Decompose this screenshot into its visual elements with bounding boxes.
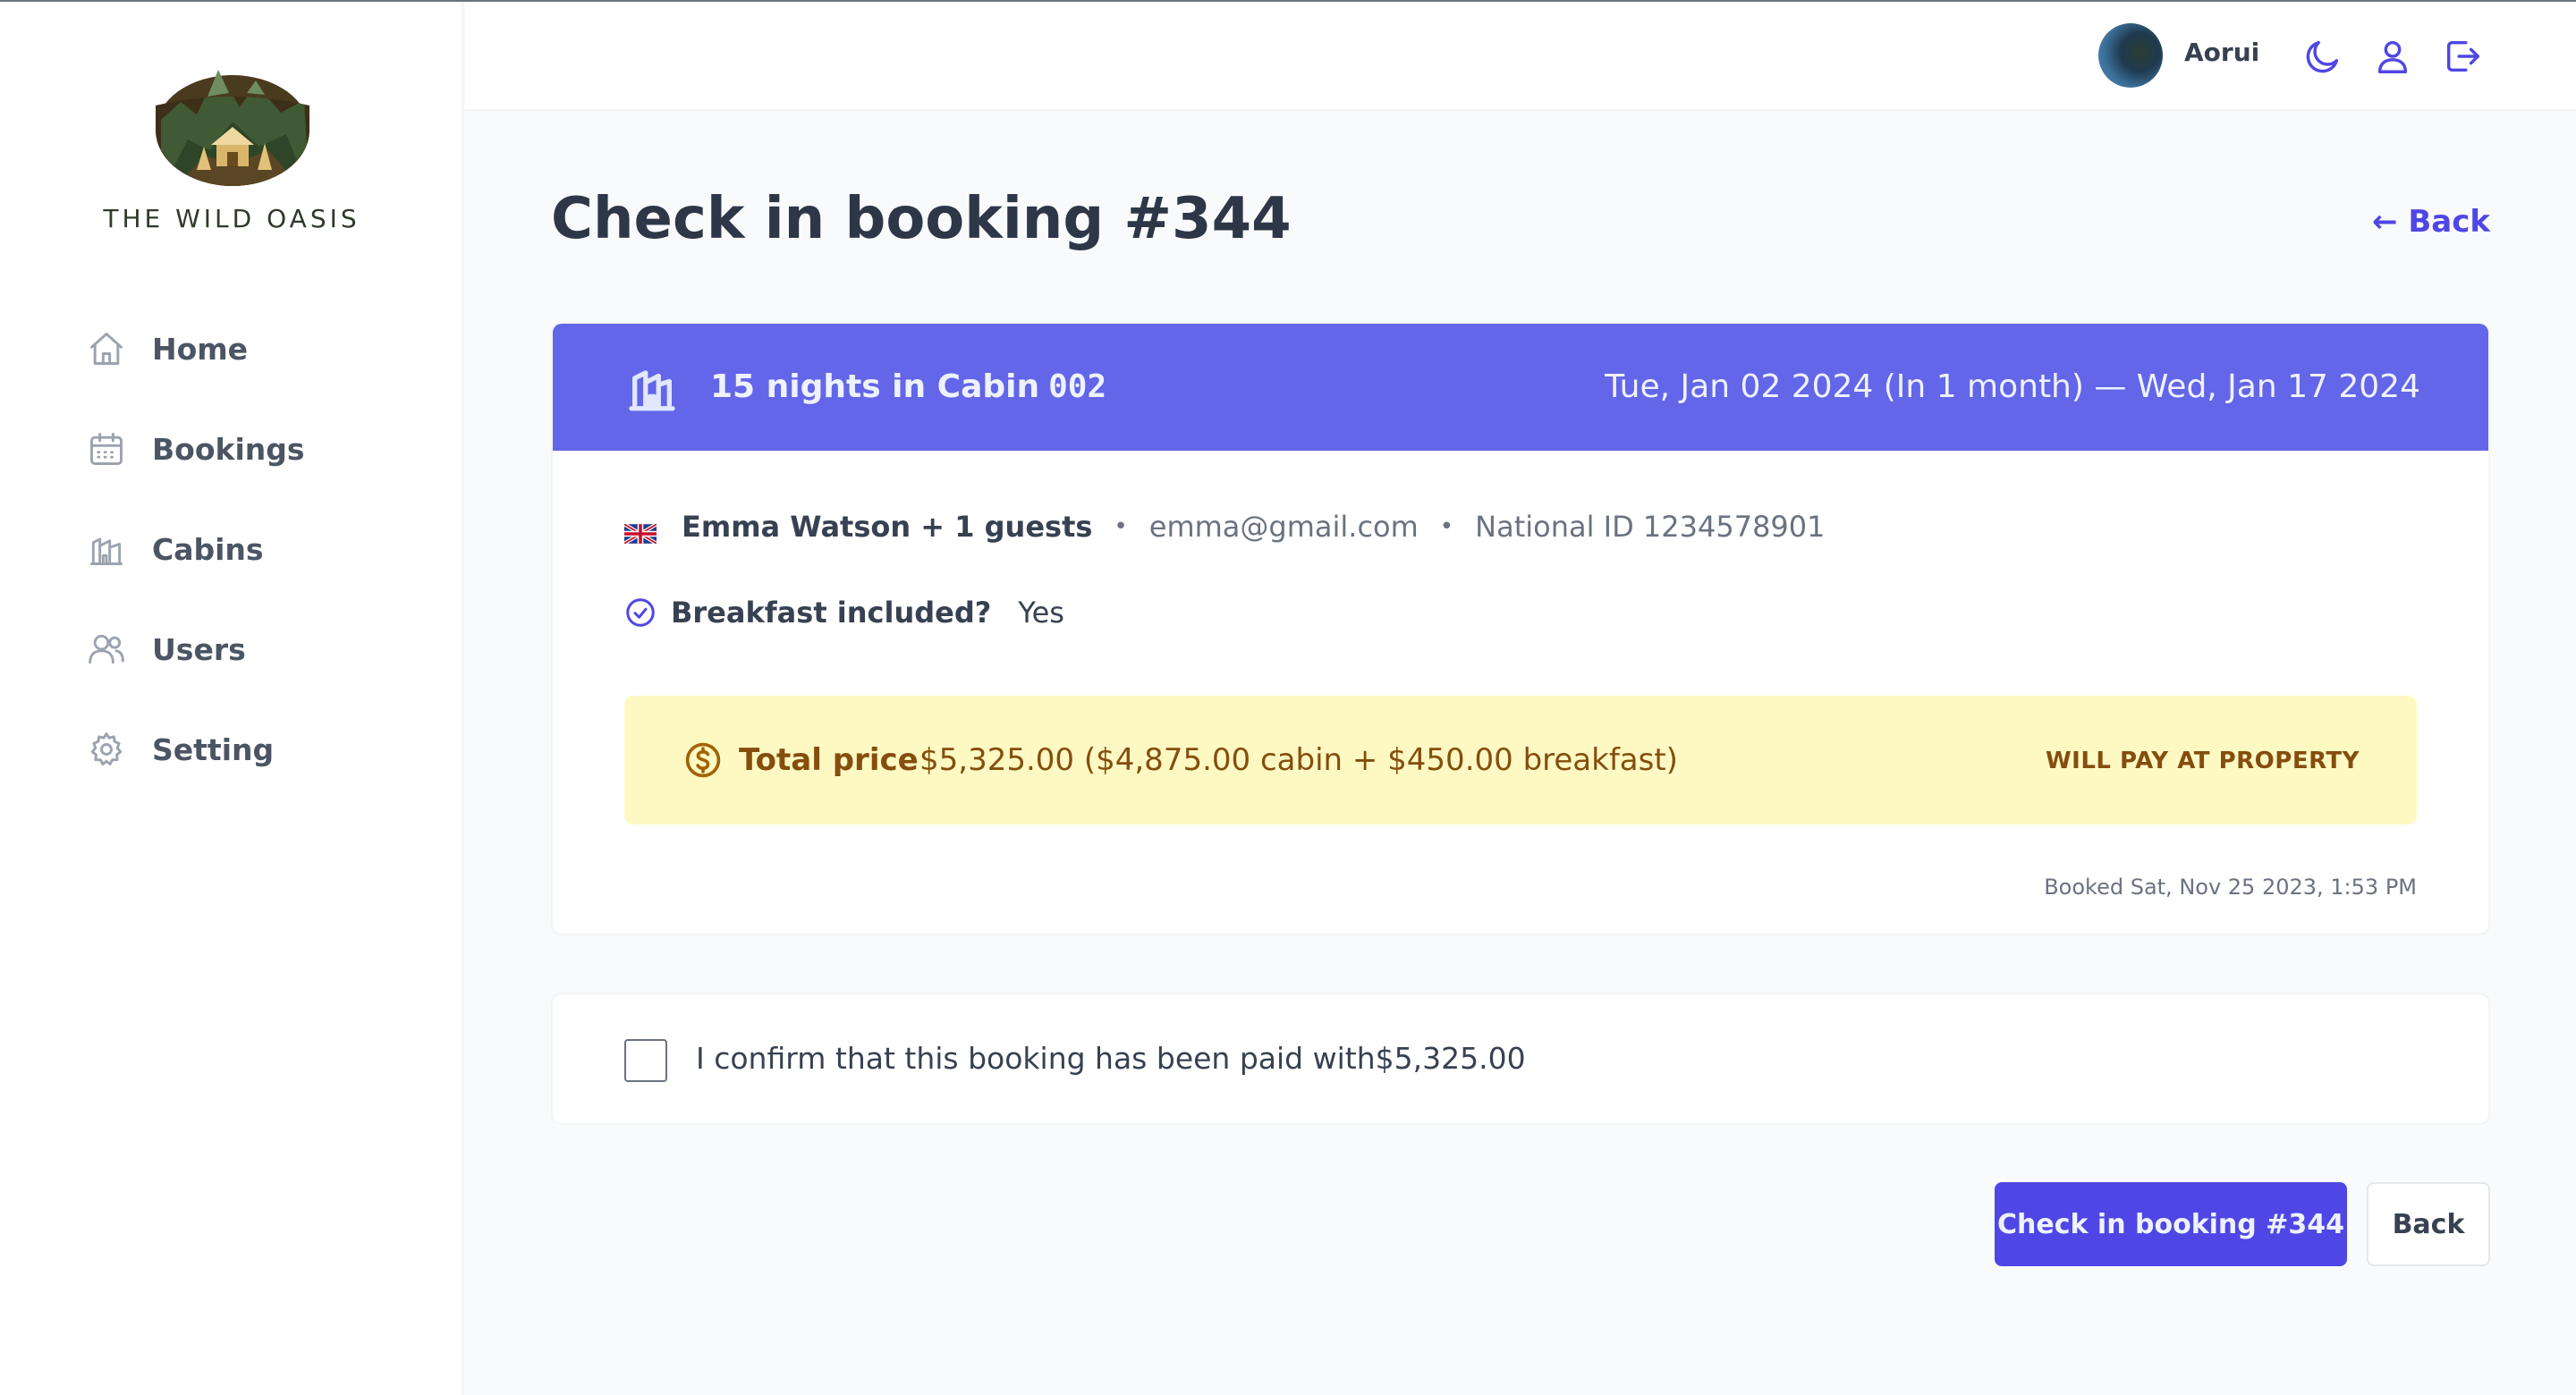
- logout-icon[interactable]: [2442, 36, 2483, 77]
- guest-name: Emma Watson + 1 guests: [682, 510, 1093, 544]
- uk-flag-icon: [623, 517, 658, 545]
- sidebar-item-label: Cabins: [152, 531, 264, 567]
- calendar-icon: [86, 428, 127, 469]
- home-icon: [86, 328, 127, 369]
- user-icon[interactable]: [2372, 36, 2413, 77]
- top-header: Aorui: [465, 2, 2576, 111]
- gear-icon: [86, 729, 127, 770]
- brand-name: THE WILD OASIS: [103, 204, 360, 233]
- guest-info: Emma Watson + 1 guests • emma@gmail.com …: [623, 510, 1826, 545]
- separator-dot: •: [1114, 513, 1128, 540]
- national-id: National ID 1234578901: [1475, 510, 1826, 544]
- page-title: Check in booking #344: [551, 186, 1292, 252]
- sidebar-item-users[interactable]: Users: [77, 608, 417, 690]
- confirm-paid-checkbox[interactable]: [624, 1039, 667, 1082]
- sidebar-item-label: Bookings: [152, 431, 305, 467]
- total-price-value: $5,325.00 ($4,875.00 cabin + $450.00 bre…: [919, 742, 1678, 778]
- sidebar-item-bookings[interactable]: Bookings: [77, 408, 417, 490]
- price-summary: Total price $5,325.00 ($4,875.00 cabin +…: [624, 696, 2417, 824]
- sidebar-item-setting[interactable]: Setting: [77, 708, 417, 790]
- booking-details-card: 15 nights in Cabin 002 Tue, Jan 02 2024 (…: [551, 322, 2490, 935]
- back-link[interactable]: ← Back: [2372, 204, 2490, 240]
- booking-banner: 15 nights in Cabin 002 Tue, Jan 02 2024 (…: [553, 324, 2488, 451]
- breakfast-value: Yes: [1018, 596, 1064, 630]
- nights-label: 15 nights in Cabin: [710, 368, 1040, 405]
- sidebar-item-home[interactable]: Home: [77, 308, 417, 390]
- booked-timestamp: Booked Sat, Nov 25 2023, 1:53 PM: [2044, 875, 2417, 900]
- check-in-button[interactable]: Check in booking #344: [1995, 1182, 2347, 1266]
- moon-icon[interactable]: [2302, 36, 2343, 77]
- separator-dot: •: [1439, 513, 1454, 540]
- stay-dates: Tue, Jan 02 2024 (In 1 month) — Wed, Jan…: [1605, 368, 2420, 405]
- breakfast-row: Breakfast included? Yes: [624, 596, 1064, 630]
- cabin-icon: [86, 528, 127, 570]
- sidebar-item-label: Home: [152, 331, 249, 367]
- sidebar: THE WILD OASIS Home Bookings Cabins User…: [0, 2, 463, 1395]
- sidebar-item-label: Users: [152, 631, 246, 667]
- sidebar-item-label: Setting: [152, 731, 275, 767]
- payment-status: WILL PAY AT PROPERTY: [2045, 748, 2360, 774]
- cabin-number: 002: [1048, 368, 1107, 405]
- total-price-label: Total price: [739, 742, 919, 778]
- sidebar-item-cabins[interactable]: Cabins: [77, 508, 417, 590]
- breakfast-label: Breakfast included?: [671, 596, 992, 630]
- guest-email: emma@gmail.com: [1148, 510, 1419, 544]
- dollar-circle-icon: [683, 740, 723, 780]
- check-circle-icon: [624, 596, 657, 629]
- logo-image: [152, 57, 313, 186]
- sidebar-nav: Home Bookings Cabins Users Setting: [77, 308, 417, 808]
- users-icon: [86, 629, 127, 670]
- avatar[interactable]: [2098, 23, 2163, 88]
- back-button[interactable]: Back: [2367, 1182, 2490, 1266]
- payment-confirmation: I confirm that this booking has been pai…: [551, 993, 2490, 1125]
- nights-summary: 15 nights in Cabin 002: [710, 368, 1106, 405]
- username: Aorui: [2184, 38, 2260, 67]
- confirm-paid-label[interactable]: I confirm that this booking has been pai…: [696, 1041, 1526, 1076]
- cabin-icon: [624, 363, 680, 415]
